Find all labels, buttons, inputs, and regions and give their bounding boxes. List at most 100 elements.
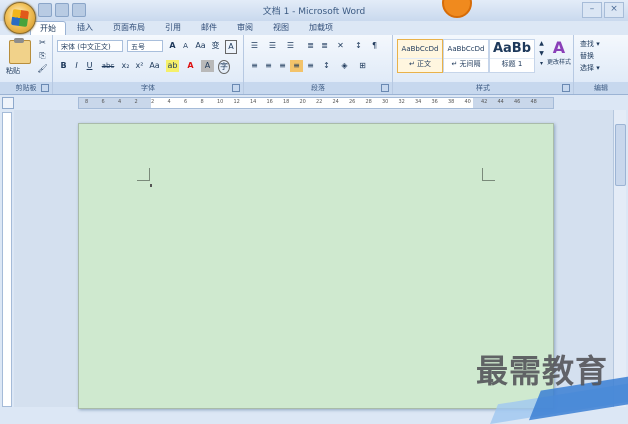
ruler-tick: 8 xyxy=(85,99,89,105)
ruler-tick: 34 xyxy=(415,99,422,105)
tab-page-layout[interactable]: 页面布局 xyxy=(104,21,154,35)
office-button[interactable] xyxy=(4,2,36,34)
tab-references[interactable]: 引用 xyxy=(156,21,190,35)
vertical-scrollbar[interactable] xyxy=(613,110,626,407)
ruler-tick: 38 xyxy=(448,99,455,105)
distribute-button[interactable]: ≡ xyxy=(304,60,317,72)
ruler-tick: 2 xyxy=(151,99,155,105)
borders-button[interactable]: ⊞ xyxy=(356,60,369,72)
margin-corner-top-left xyxy=(137,168,150,181)
tab-insert[interactable]: 插入 xyxy=(68,21,102,35)
copy-icon[interactable]: ⎘ xyxy=(36,50,49,62)
ruler-tick: 20 xyxy=(299,99,306,105)
style-heading1[interactable]: AaBb 标题 1 xyxy=(489,39,535,73)
align-right-button[interactable]: ≡ xyxy=(276,60,289,72)
ribbon-tabs: 开始 插入 页面布局 引用 邮件 审阅 视图 加载项 xyxy=(30,21,342,35)
change-styles-icon: A xyxy=(552,38,566,57)
style-no-spacing-sample: AaBbCcDd xyxy=(447,45,485,53)
change-styles-button[interactable]: A 更改样式 xyxy=(547,38,572,67)
styles-group: AaBbCcDd ↵ 正文 AaBbCcDd ↵ 无间隔 AaBb 标题 1 ▲… xyxy=(393,35,574,94)
strikethrough-button[interactable]: abc xyxy=(99,60,117,72)
tab-selector[interactable] xyxy=(2,97,14,109)
italic-button[interactable]: I xyxy=(70,60,83,72)
numbering-button[interactable]: ☰ xyxy=(266,40,279,52)
line-spacing-button[interactable]: ↕ xyxy=(320,60,333,72)
shading-button[interactable]: ◈ xyxy=(338,60,351,72)
justify-button[interactable]: ≡ xyxy=(290,60,303,72)
superscript-button[interactable]: x² xyxy=(133,60,146,72)
ruler-tick: 24 xyxy=(332,99,339,105)
chinese-layout-button[interactable]: ✕ xyxy=(334,40,347,52)
decrease-indent-button[interactable]: ≣ xyxy=(304,40,317,52)
clipboard-launcher-icon[interactable] xyxy=(41,84,49,92)
font-color-button[interactable]: A xyxy=(184,60,197,72)
office-logo-icon xyxy=(10,8,30,28)
bullets-button[interactable]: ☰ xyxy=(248,40,261,52)
phonetic-guide-button[interactable]: 变 xyxy=(209,40,222,52)
char-shading-button[interactable]: A xyxy=(201,60,214,72)
minimize-button[interactable]: – xyxy=(582,2,602,18)
cut-icon[interactable]: ✂ xyxy=(36,37,49,49)
style-normal-name: ↵ 正文 xyxy=(398,58,442,69)
shrink-font-button[interactable]: A xyxy=(179,40,192,52)
clear-format-button[interactable]: Aa xyxy=(194,40,207,52)
ruler-tick: 36 xyxy=(431,99,438,105)
title-bar: 文档 1 - Microsoft Word – × xyxy=(0,0,628,21)
ruler-tick: 30 xyxy=(382,99,389,105)
close-button[interactable]: × xyxy=(604,2,624,18)
scroll-thumb[interactable] xyxy=(615,124,626,186)
grow-font-button[interactable]: A xyxy=(166,40,179,52)
tab-mailings[interactable]: 邮件 xyxy=(192,21,226,35)
ruler-tick: 42 xyxy=(481,99,488,105)
horizontal-ruler[interactable]: 8 6 4 2 2 4 6 8 10 12 14 16 18 20 22 24 26 28 30 32 34 36 38 40… xyxy=(78,97,554,109)
styles-launcher-icon[interactable] xyxy=(562,84,570,92)
style-normal-sample: AaBbCcDd xyxy=(401,45,439,53)
style-no-spacing[interactable]: AaBbCcDd ↵ 无间隔 xyxy=(443,39,489,73)
align-left-button[interactable]: ≡ xyxy=(248,60,261,72)
font-size-select[interactable]: 五号 xyxy=(127,40,163,52)
text-cursor xyxy=(150,184,152,187)
paste-button[interactable]: 粘贴 xyxy=(6,66,20,76)
ruler-tick: 48 xyxy=(530,99,537,105)
style-heading1-name: 标题 1 xyxy=(490,58,534,69)
font-name-select[interactable]: 宋体 (中文正文) xyxy=(57,40,123,52)
subscript-button[interactable]: x₂ xyxy=(119,60,132,72)
replace-button[interactable]: 替换 xyxy=(580,51,594,61)
select-button[interactable]: 选择 ▾ xyxy=(580,63,600,73)
tab-addins[interactable]: 加载项 xyxy=(300,21,342,35)
ruler-tick: 6 xyxy=(184,99,188,105)
change-styles-label: 更改样式 xyxy=(547,59,572,66)
ruler-tick: 40 xyxy=(464,99,471,105)
tab-review[interactable]: 审阅 xyxy=(228,21,262,35)
ruler-tick: 16 xyxy=(266,99,273,105)
format-painter-icon[interactable]: 🖌 xyxy=(36,63,49,75)
editing-group: 查找 ▾ 替换 选择 ▾ 编辑 xyxy=(574,35,628,94)
tab-view[interactable]: 视图 xyxy=(264,21,298,35)
find-button[interactable]: 查找 ▾ xyxy=(580,39,600,49)
highlight-button[interactable]: ab xyxy=(166,60,179,72)
ruler-tick: 12 xyxy=(233,99,240,105)
ruler-tick: 22 xyxy=(316,99,323,105)
style-no-spacing-name: ↵ 无间隔 xyxy=(444,58,488,69)
paragraph-launcher-icon[interactable] xyxy=(381,84,389,92)
font-launcher-icon[interactable] xyxy=(232,84,240,92)
multilevel-list-button[interactable]: ☰ xyxy=(284,40,297,52)
vertical-ruler[interactable] xyxy=(2,112,12,407)
char-border-button[interactable]: A xyxy=(225,40,237,54)
increase-indent-button[interactable]: ≣ xyxy=(318,40,331,52)
align-center-button[interactable]: ≡ xyxy=(262,60,275,72)
ruler-tick: 46 xyxy=(514,99,521,105)
tab-home[interactable]: 开始 xyxy=(30,21,66,35)
ruler-tick: 18 xyxy=(283,99,290,105)
paste-icon[interactable] xyxy=(9,38,31,64)
ruler-tick: 10 xyxy=(217,99,224,105)
ruler-tick: 28 xyxy=(365,99,372,105)
underline-button[interactable]: U xyxy=(83,60,96,72)
sort-button[interactable]: ↕ xyxy=(352,40,365,52)
bold-button[interactable]: B xyxy=(57,60,70,72)
enclose-char-button[interactable]: 字 xyxy=(218,60,230,74)
show-marks-button[interactable]: ¶ xyxy=(368,40,381,52)
change-case-button[interactable]: Aa xyxy=(148,60,161,72)
clipboard-group: 粘贴 ✂ ⎘ 🖌 剪贴板 xyxy=(0,35,53,94)
style-normal[interactable]: AaBbCcDd ↵ 正文 xyxy=(397,39,443,73)
